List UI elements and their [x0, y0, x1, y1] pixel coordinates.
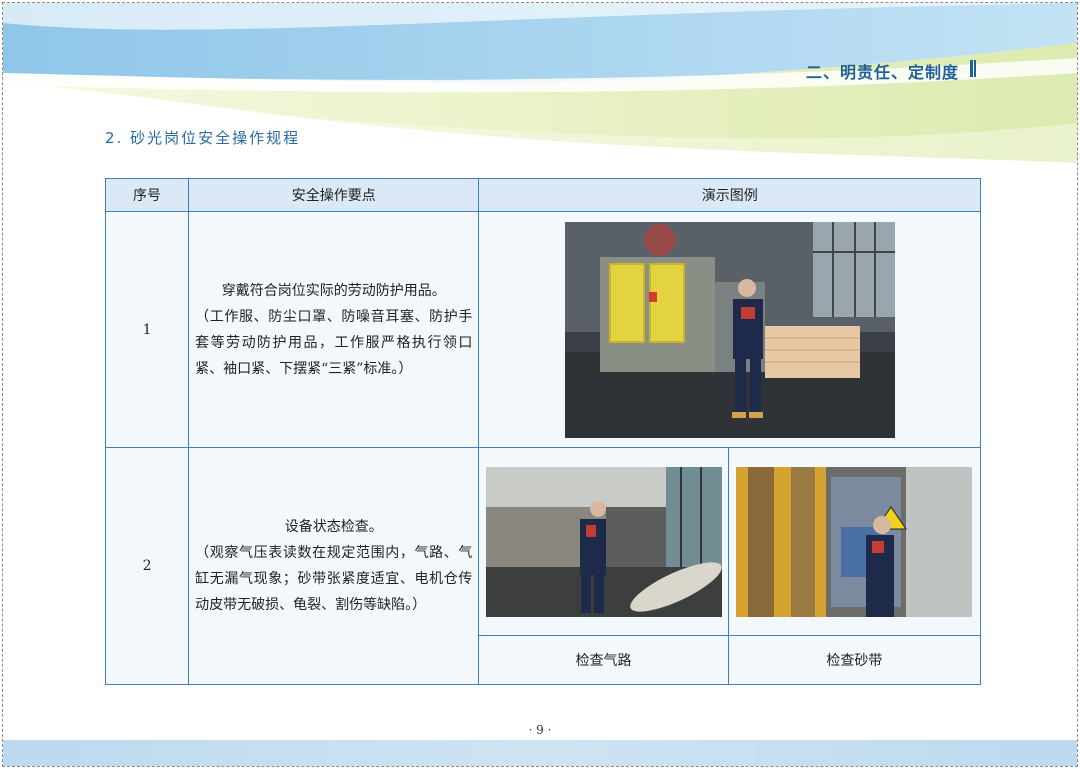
- page-subtitle: 2. 砂光岗位安全操作规程: [105, 129, 301, 147]
- table-row: 2 设备状态检查。 （观察气压表读数在规定范围内，气路、气缸无漏气现象；砂带张紧…: [104, 447, 982, 685]
- key-point-main: 穿戴符合岗位实际的劳动防护用品。: [221, 282, 446, 299]
- section-title-bar-mark: [970, 60, 976, 77]
- key-point-detail: （工作服、防尘口罩、防噪音耳塞、防护手套等劳动防护用品，工作服严格执行领口紧、袖…: [195, 308, 473, 377]
- procedure-table: 序号 安全操作要点 演示图例 1 穿戴符合岗位实际的劳动防护用品。 （工作服、防…: [104, 178, 982, 685]
- table-row: 1 穿戴符合岗位实际的劳动防护用品。 （工作服、防尘口罩、防噪音耳塞、防护手套等…: [104, 211, 981, 448]
- header-key-points: 安全操作要点: [188, 178, 480, 212]
- sanding-machine-operator-photo: [564, 221, 895, 438]
- caption-check-sanding-belt: 检查砂带: [727, 635, 982, 685]
- row-number: 1: [104, 211, 190, 448]
- illustration-cell: [478, 211, 981, 448]
- section-title: 二、明责任、定制度: [805, 63, 959, 82]
- checking-sanding-belt-photo: [736, 466, 973, 617]
- row-number: 2: [104, 447, 190, 685]
- header-illustration: 演示图例: [478, 178, 981, 212]
- footer-band-decoration: [3, 740, 1077, 766]
- key-point-main: 设备状态检查。: [284, 519, 383, 535]
- key-points-cell: 设备状态检查。 （观察气压表读数在规定范围内，气路、气缸无漏气现象；砂带张紧度适…: [188, 447, 480, 685]
- illustration-cell-right: [727, 447, 982, 636]
- caption-check-air-line: 检查气路: [478, 635, 729, 685]
- header-no: 序号: [104, 178, 190, 212]
- illustration-cell-left: [478, 447, 729, 636]
- checking-air-line-photo: [485, 466, 722, 617]
- key-points-cell: 穿戴符合岗位实际的劳动防护用品。 （工作服、防尘口罩、防噪音耳塞、防护手套等劳动…: [188, 211, 480, 448]
- document-page: 二、明责任、定制度 2. 砂光岗位安全操作规程 序号 安全操作要点 演示图例 1…: [2, 2, 1078, 767]
- page-number: · 9 ·: [528, 723, 552, 737]
- table-header-row: 序号 安全操作要点 演示图例: [104, 178, 981, 212]
- key-point-detail: （观察气压表读数在规定范围内，气路、气缸无漏气现象；砂带张紧度适宜、电机仓传动皮…: [195, 545, 473, 613]
